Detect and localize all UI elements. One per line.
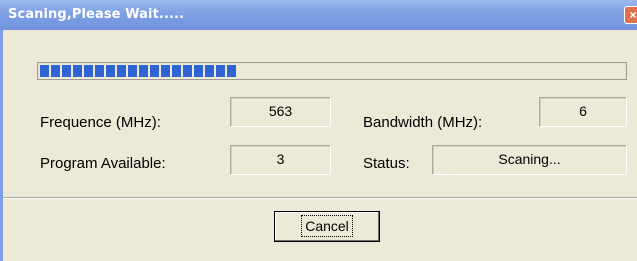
bandwidth-value-field: 6 <box>539 97 627 127</box>
scan-progress-bar <box>37 62 627 80</box>
progress-block <box>51 65 60 77</box>
progress-block <box>216 65 225 77</box>
progress-block <box>117 65 126 77</box>
progress-block <box>73 65 82 77</box>
progress-block <box>84 65 93 77</box>
progress-block <box>227 65 236 77</box>
close-icon: × <box>629 8 637 22</box>
progress-block <box>95 65 104 77</box>
progress-block <box>139 65 148 77</box>
progress-block <box>128 65 137 77</box>
progress-fill <box>40 65 236 77</box>
close-button[interactable]: × <box>624 6 637 24</box>
cancel-button-label: Cancel <box>301 215 353 237</box>
window-title: Scaning,Please Wait..... <box>8 7 185 22</box>
title-bar[interactable]: Scaning,Please Wait..... × <box>0 0 637 30</box>
progress-block <box>62 65 71 77</box>
progress-block <box>194 65 203 77</box>
status-value-field: Scaning... <box>432 145 627 175</box>
cancel-button[interactable]: Cancel <box>274 211 380 242</box>
progress-block <box>40 65 49 77</box>
frequence-value-field: 563 <box>230 97 331 127</box>
program-available-value-field: 3 <box>230 145 331 175</box>
bandwidth-label: Bandwidth (MHz): <box>363 114 483 131</box>
scan-dialog: Scaning,Please Wait..... × Frequence (MH… <box>0 0 637 261</box>
frequence-label: Frequence (MHz): <box>40 114 161 131</box>
footer-separator <box>3 197 637 199</box>
progress-block <box>172 65 181 77</box>
status-label: Status: <box>363 155 410 172</box>
progress-block <box>161 65 170 77</box>
progress-block <box>205 65 214 77</box>
program-available-label: Program Available: <box>40 155 166 172</box>
progress-block <box>106 65 115 77</box>
progress-block <box>183 65 192 77</box>
progress-block <box>150 65 159 77</box>
